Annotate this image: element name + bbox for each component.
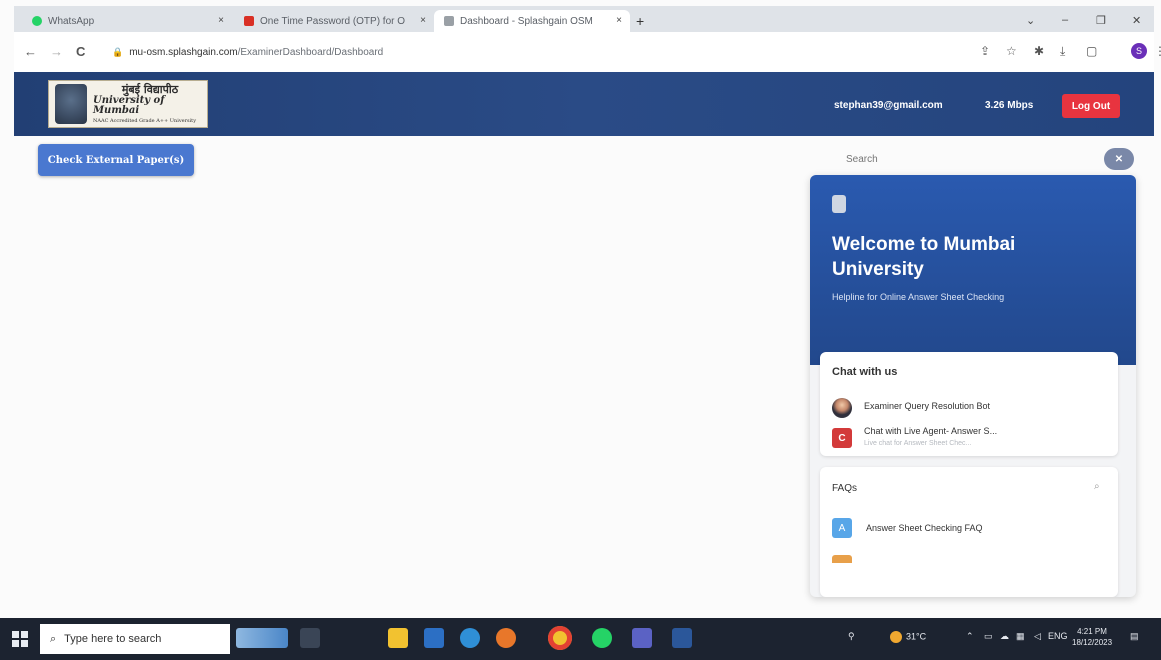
tab-otp-mail[interactable]: One Time Password (OTP) for O × xyxy=(234,10,434,32)
browser-toolbar: ← → C 🔒 mu-osm.splashgain.com /ExaminerD… xyxy=(14,32,1161,72)
logo-english-text: University of Mumbai xyxy=(92,94,165,117)
page-favicon-icon xyxy=(444,16,454,26)
forward-icon[interactable]: → xyxy=(50,44,63,59)
teams-icon[interactable] xyxy=(632,628,652,648)
screen: WhatsApp × One Time Password (OTP) for O… xyxy=(0,0,1161,660)
calendar-icon[interactable] xyxy=(424,628,444,648)
tab-label: Dashboard - Splashgain OSM xyxy=(460,15,593,27)
faq-title: FAQs xyxy=(832,483,858,494)
address-bar[interactable]: 🔒 mu-osm.splashgain.com /ExaminerDashboa… xyxy=(104,39,974,65)
taskbar-search-box[interactable]: ⌕ Type here to search xyxy=(40,624,230,654)
clock-time: 4:21 PM xyxy=(1077,627,1107,636)
welcome-subtitle: Helpline for Online Answer Sheet Checkin… xyxy=(832,292,1005,302)
faq-item-label: Answer Sheet Checking FAQ xyxy=(866,523,983,533)
tab-search-icon[interactable]: ⌄ xyxy=(1026,14,1035,27)
faq-card: FAQs ⌕ A Answer Sheet Checking FAQ xyxy=(820,467,1118,597)
system-clock[interactable]: 4:21 PM 18/12/2023 xyxy=(1072,626,1112,648)
chrome-icon[interactable] xyxy=(548,626,572,650)
sun-icon xyxy=(890,631,902,643)
user-email: stephan39@gmail.com xyxy=(834,100,943,111)
university-seal-icon xyxy=(55,84,87,124)
firefox-icon[interactable] xyxy=(496,628,516,648)
download-icon[interactable]: ⤓ xyxy=(1060,44,1065,59)
menu-icon[interactable]: ⋮ xyxy=(1154,44,1161,58)
chat-item-bot[interactable]: Examiner Query Resolution Bot xyxy=(832,392,1112,422)
weather-widget[interactable]: 31°C xyxy=(890,631,926,643)
university-logo[interactable]: मुंबई विद्यापीठ University of Mumbai NAA… xyxy=(48,80,208,128)
connection-speed: 3.26 Mbps xyxy=(985,100,1034,111)
chat-search-input[interactable] xyxy=(838,147,1100,171)
minimize-icon[interactable]: – xyxy=(1062,14,1068,26)
chat-item-description: Live chat for Answer Sheet Chec... xyxy=(864,440,972,447)
clock-date: 18/12/2023 xyxy=(1072,638,1113,648)
task-view-icon[interactable] xyxy=(300,628,320,648)
tab-close-icon[interactable]: × xyxy=(218,15,224,26)
lock-icon: 🔒 xyxy=(112,46,124,57)
file-explorer-icon[interactable] xyxy=(388,628,408,648)
faq-search-icon[interactable]: ⌕ xyxy=(1094,481,1100,492)
chat-item-live-agent[interactable]: C Chat with Live Agent- Answer S... Live… xyxy=(832,422,1112,452)
browser-tab-strip: WhatsApp × One Time Password (OTP) for O… xyxy=(14,6,1154,32)
faq-item-icon: A xyxy=(832,518,852,538)
extensions-icon[interactable]: ✱ xyxy=(1034,44,1044,58)
cloud-icon: ☁ xyxy=(1000,631,1009,641)
tab-label: One Time Password (OTP) for O xyxy=(260,15,406,27)
new-tab-button[interactable]: + xyxy=(636,13,644,29)
chat-item-name: Chat with Live Agent- Answer S... xyxy=(864,426,998,436)
close-chat-button[interactable]: ✕ xyxy=(1104,148,1134,170)
maximize-icon[interactable]: ❐ xyxy=(1096,14,1106,27)
faq-item-icon xyxy=(832,555,852,563)
volume-icon[interactable]: ◁ xyxy=(1034,631,1041,642)
logo-tagline: NAAC Accredited Grade A++ University xyxy=(92,117,197,124)
edge-icon[interactable] xyxy=(460,628,480,648)
battery-icon: ▭ xyxy=(984,631,993,641)
profile-avatar-icon[interactable]: S xyxy=(1131,43,1147,59)
reload-icon[interactable]: C xyxy=(76,44,85,59)
chat-section-title: Chat with us xyxy=(832,366,898,378)
search-icon: ⌕ xyxy=(50,632,57,645)
widgets-icon[interactable] xyxy=(236,628,288,648)
windows-start-icon[interactable] xyxy=(12,631,28,647)
tab-close-icon[interactable]: × xyxy=(420,15,426,26)
people-icon[interactable]: ⚲ xyxy=(848,631,855,642)
share-icon[interactable]: ⇪ xyxy=(980,44,990,58)
taskbar-search-placeholder: Type here to search xyxy=(64,633,162,645)
notification-icon[interactable]: ▤ xyxy=(1130,631,1139,642)
word-icon[interactable] xyxy=(672,628,692,648)
faq-item[interactable]: A Answer Sheet Checking FAQ xyxy=(832,517,983,539)
chat-item-name: Examiner Query Resolution Bot xyxy=(864,401,991,411)
agent-avatar-icon: C xyxy=(832,428,852,448)
tab-whatsapp[interactable]: WhatsApp × xyxy=(22,10,232,32)
network-icon[interactable]: ▦ xyxy=(1016,631,1025,642)
url-path: /ExaminerDashboard/Dashboard xyxy=(237,46,384,58)
tab-close-icon[interactable]: × xyxy=(616,15,622,26)
tab-label: WhatsApp xyxy=(48,15,95,27)
language-indicator[interactable]: ENG xyxy=(1048,631,1068,641)
tray-overflow-icon[interactable]: ⌃ xyxy=(966,631,974,642)
check-external-papers-button[interactable]: Check External Paper(s) xyxy=(38,144,194,176)
university-emblem-icon xyxy=(832,195,846,213)
chat-with-us-card: Chat with us Examiner Query Resolution B… xyxy=(820,352,1118,456)
back-icon[interactable]: ← xyxy=(24,44,37,59)
chat-widget-header: Welcome to Mumbai University Helpline fo… xyxy=(810,175,1136,365)
tab-dashboard[interactable]: Dashboard - Splashgain OSM × xyxy=(434,10,630,32)
whatsapp-favicon-icon xyxy=(32,16,42,26)
windows-taskbar: ⌕ Type here to search ⚲ 31°C ⌃ ▭ ☁ ▦ ◁ E… xyxy=(0,618,1161,660)
logout-button[interactable]: Log Out xyxy=(1062,94,1120,118)
close-window-icon[interactable]: ✕ xyxy=(1132,14,1141,27)
url-host: mu-osm.splashgain.com xyxy=(129,46,238,58)
logo-marathi-text: मुंबई विद्यापीठ xyxy=(121,83,179,97)
welcome-title: Welcome to Mumbai University xyxy=(832,234,1016,280)
bot-avatar-icon xyxy=(832,398,852,418)
gmail-favicon-icon xyxy=(244,16,254,26)
site-header: मुंबई विद्यापीठ University of Mumbai NAA… xyxy=(14,72,1154,136)
star-icon[interactable]: ☆ xyxy=(1006,44,1017,58)
whatsapp-icon[interactable] xyxy=(592,628,612,648)
chat-widget: Welcome to Mumbai University Helpline fo… xyxy=(810,175,1136,597)
weather-temp: 31°C xyxy=(906,631,927,642)
sidebar-icon[interactable]: ▢ xyxy=(1086,44,1097,58)
